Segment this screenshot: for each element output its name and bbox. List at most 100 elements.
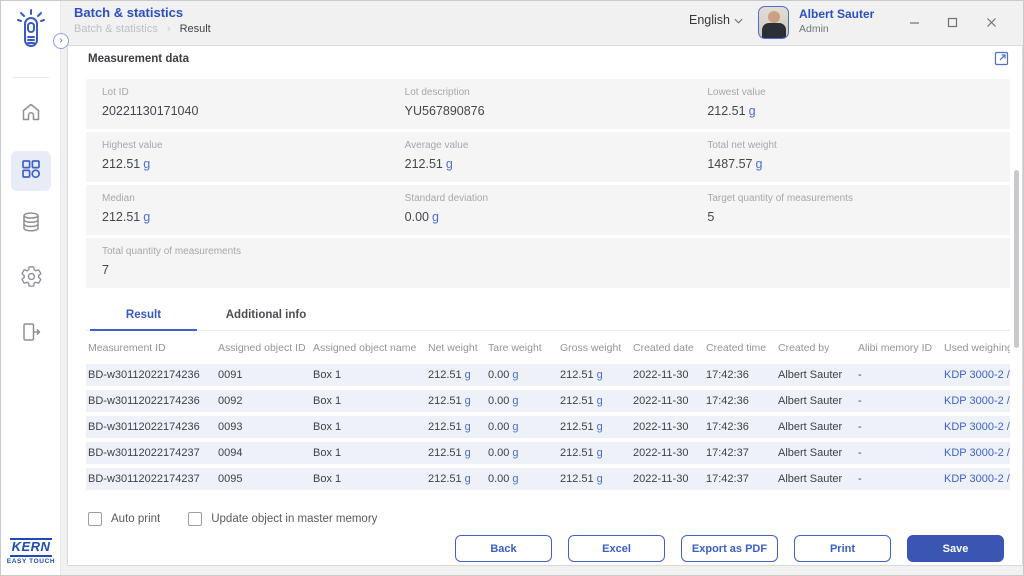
field-label: Average value [404,140,469,151]
unit-label: g [596,369,603,381]
table-row[interactable]: BD-w30112022174237 0094 Box 1 212.51 g 0.00 g 2… [86,442,1010,464]
apps-grid-icon [19,157,43,186]
kern-brand-logo: KERN EASY TOUCH [1,538,61,565]
cell-object_id: 0095 [218,473,243,485]
sidebar-item-home[interactable] [11,94,51,134]
cell-net: 212.51 g [428,447,471,459]
column-header: Created date [633,342,694,354]
table-row[interactable]: BD-w30112022174236 0091 Box 1 212.51 g 0.00 g 2… [86,364,1010,386]
field-value: 20221130171040 [102,104,199,118]
cell-device[interactable]: KDP 3000-2 / [942,395,1010,407]
tab-result[interactable]: Result [86,298,201,331]
unit-label: g [512,395,519,407]
cell-gross: 212.51 g [560,421,603,433]
cell-object_name: Box 1 [313,395,342,407]
unit-label: g [432,210,439,224]
cell-time: 17:42:37 [706,473,749,485]
field-value: 212.51 g [102,210,151,224]
sidebar-item-apps[interactable] [11,151,51,191]
close-button[interactable] [982,13,1000,31]
unit-label: g [512,473,519,485]
unit-label: g [512,369,519,381]
cell-net: 212.51 g [428,369,471,381]
options-row: Auto print Update object in master memor… [88,512,377,526]
field: Total net weight 1487.57 g [707,140,1010,182]
update-object-checkbox[interactable]: Update object in master memory [188,512,377,526]
cell-device[interactable]: KDP 3000-2 / [942,473,1010,485]
cell-alibi: - [858,421,862,433]
cell-by: Albert Sauter [778,369,843,381]
field: Average value 212.51 g [405,140,708,182]
field-label: Total net weight [707,140,777,151]
print-button[interactable]: Print [794,535,891,562]
cell-object_id: 0092 [218,395,243,407]
cell-object_name: Box 1 [313,369,342,381]
unit-label: g [596,421,603,433]
field-label: Standard deviation [404,193,489,204]
cell-object_name: Box 1 [313,421,342,433]
column-header: Used weighing [944,342,1010,354]
cell-device[interactable]: KDP 3000-2 / [942,421,1010,433]
field-row: Total quantity of measurements 7 [86,238,1010,288]
minimize-button[interactable] [905,13,923,31]
checkbox-label: Auto print [111,513,161,525]
cell-alibi: - [858,447,862,459]
field-row: Lot ID 20221130171040 Lot description YU567… [86,79,1010,129]
home-icon [19,100,43,129]
cell-net: 212.51 g [428,421,471,433]
cell-device[interactable]: KDP 3000-2 / [942,369,1010,381]
database-icon [19,210,43,239]
cell-measurement_id: BD-w30112022174237 [88,447,200,459]
gear-icon [20,265,43,293]
easy-touch-logo-icon [14,6,48,59]
measurement-data-card: Measurement data Lot ID 20221130171040 Lot… [67,45,1023,566]
auto-print-checkbox[interactable]: Auto print [88,512,160,526]
checkbox-label: Update object in master memory [211,513,378,525]
cell-gross: 212.51 g [560,395,603,407]
cell-measurement_id: BD-w30112022174237 [88,473,200,485]
cell-by: Albert Sauter [778,473,843,485]
unit-label: g [464,369,471,381]
sidebar-item-logout[interactable] [11,314,51,354]
tab-additional-info[interactable]: Additional info [201,298,331,330]
fullscreen-icon[interactable] [993,50,1010,72]
sidebar-item-settings[interactable] [11,259,51,299]
unit-label: g [143,210,151,224]
cell-alibi: - [858,473,862,485]
cell-tare: 0.00 g [488,421,519,433]
column-header: Created time [706,342,767,354]
table-row[interactable]: BD-w30112022174236 0092 Box 1 212.51 g 0.00 g 2… [86,390,1010,412]
unit-label: g [748,104,756,118]
vertical-scrollbar[interactable] [1014,170,1019,348]
field-value: 1487.57 g [707,157,763,171]
user-role: Admin [799,23,829,35]
table-row[interactable]: BD-w30112022174237 0095 Box 1 212.51 g 0.00 g 2… [86,468,1010,490]
language-selector[interactable]: English [689,13,743,27]
cell-by: Albert Sauter [778,395,843,407]
unit-label: g [755,157,763,171]
cell-device[interactable]: KDP 3000-2 / [942,447,1010,459]
table-row[interactable]: BD-w30112022174236 0093 Box 1 212.51 g 0.00 g 2… [86,416,1010,438]
user-avatar[interactable] [758,6,789,39]
sidebar-item-database[interactable] [11,204,51,244]
cell-object_name: Box 1 [313,473,342,485]
app-window: › KERN EASY TOUCH Batch & statistics Bat… [0,0,1024,576]
breadcrumb-root[interactable]: Batch & statistics [74,23,158,35]
field-label: Lowest value [707,87,766,98]
unit-label: g [464,447,471,459]
cell-date: 2022-11-30 [633,369,689,381]
chevron-down-icon [734,13,743,27]
language-label: English [689,13,730,27]
sidebar-expand-button[interactable]: › [53,33,69,49]
column-header: Alibi memory ID [858,342,933,354]
save-button[interactable]: Save [907,535,1004,562]
cell-measurement_id: BD-w30112022174236 [88,421,200,433]
excel-button[interactable]: Excel [568,535,665,562]
field: Lot description YU567890876 [405,87,708,129]
maximize-button[interactable] [943,13,961,31]
breadcrumb-current: Result [179,23,211,35]
export-pdf-button[interactable]: Export as PDF [681,535,778,562]
cell-by: Albert Sauter [778,421,843,433]
back-button[interactable]: Back [455,535,552,562]
cell-object_id: 0093 [218,421,243,433]
